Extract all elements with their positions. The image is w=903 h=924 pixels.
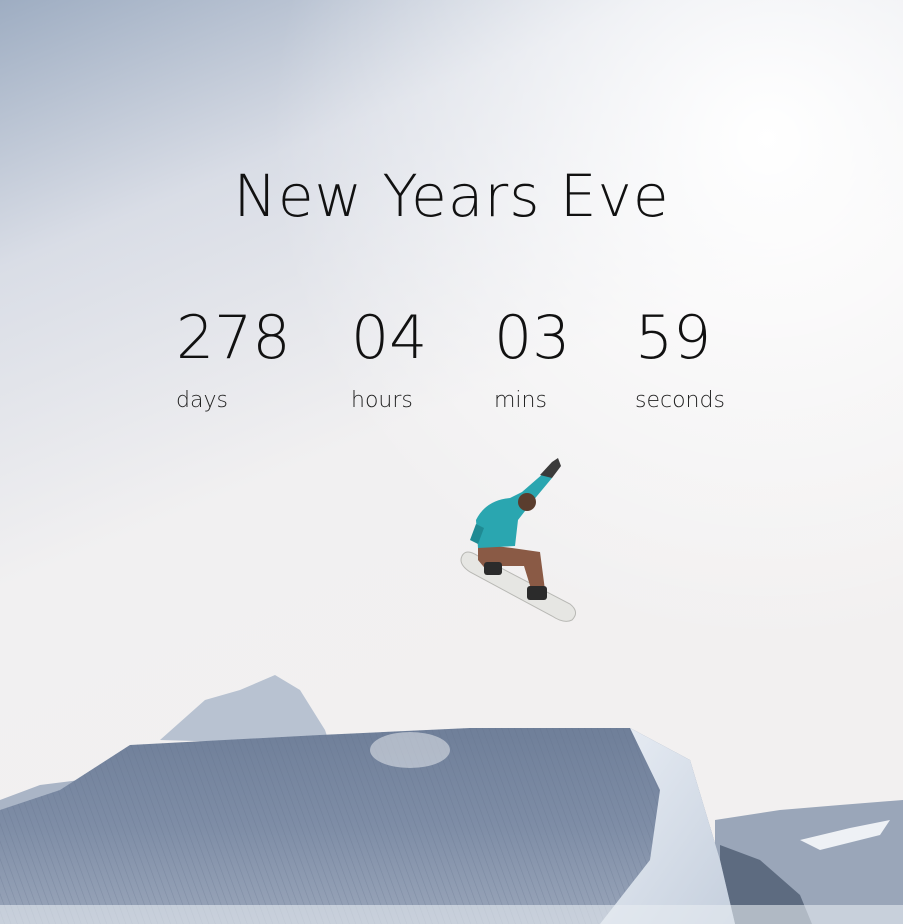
countdown-mins: 03 mins (494, 300, 570, 413)
days-value: 278 (176, 303, 291, 373)
snow-spray (370, 732, 450, 768)
mins-value: 03 (494, 303, 571, 373)
seconds-value: 59 (635, 303, 712, 373)
hours-label: hours (351, 388, 413, 413)
countdown-timer: 278 days 04 hours 03 mins 59 seconds (0, 300, 903, 430)
countdown-hours: 04 hours (351, 300, 427, 413)
foreground-snow (0, 905, 903, 924)
countdown-seconds: 59 seconds (635, 300, 725, 413)
hours-value: 04 (351, 303, 428, 373)
days-label: days (176, 388, 228, 413)
mins-label: mins (494, 388, 547, 413)
background-photo (0, 0, 903, 924)
page-title: New Years Eve (233, 162, 670, 230)
seconds-label: seconds (635, 388, 725, 413)
countdown-days: 278 days (176, 300, 291, 413)
